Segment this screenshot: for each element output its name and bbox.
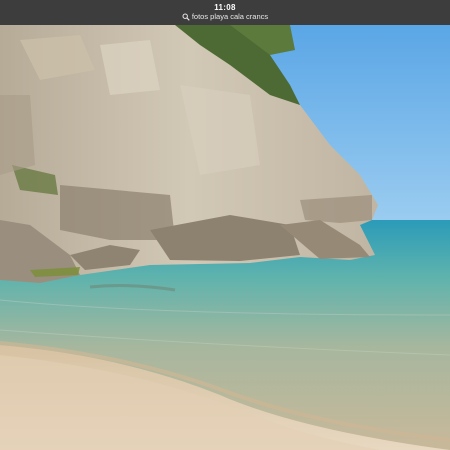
beach-photo[interactable] — [0, 25, 450, 450]
search-icon — [182, 13, 190, 21]
status-bar: 11:08 fotos playa cala crancs — [0, 0, 450, 25]
status-time: 11:08 — [214, 3, 236, 12]
address-bar[interactable]: fotos playa cala crancs — [182, 12, 268, 22]
photo-canvas — [0, 25, 450, 450]
address-text: fotos playa cala crancs — [191, 12, 269, 21]
browser-screen: 11:08 fotos playa cala crancs — [0, 0, 450, 450]
